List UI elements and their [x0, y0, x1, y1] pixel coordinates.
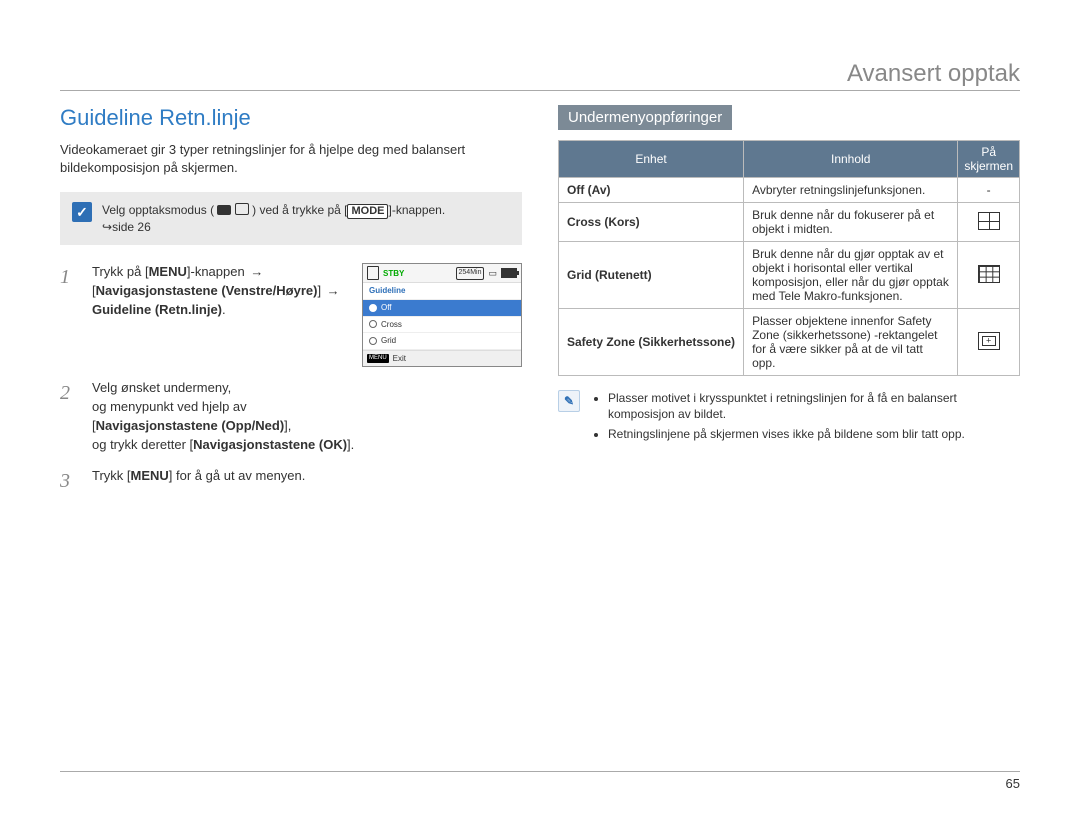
- time-remaining: 254Min: [456, 267, 485, 279]
- step-text: og menypunkt ved hjelp av: [92, 399, 247, 414]
- arrow-right-icon: [325, 283, 342, 298]
- sym-cell: [958, 203, 1020, 242]
- lcd-item-grid: Grid: [363, 333, 521, 350]
- prerequisite-note: Velg opptaksmodus ( ) ved å trykke på [M…: [60, 192, 522, 245]
- step-text: Trykk [: [92, 468, 131, 483]
- step-text: Trykk på [: [92, 264, 149, 279]
- desc-cell: Bruk denne når du fokuserer på et objekt…: [744, 203, 958, 242]
- unit-cell: Grid (Rutenett): [559, 242, 744, 309]
- step-number: 2: [60, 379, 84, 454]
- step-text: og trykk deretter: [92, 437, 186, 452]
- mode-button-label: MODE: [347, 204, 388, 219]
- step-2-body: Velg ønsket undermeny, og menypunkt ved …: [92, 379, 522, 454]
- step-3-body: Trykk [MENU] for å gå ut av menyen.: [92, 467, 522, 496]
- sym-cell: [958, 242, 1020, 309]
- th-onscreen: På skjermen: [958, 141, 1020, 178]
- check-icon: [72, 202, 92, 222]
- step-text: ]-knappen: [187, 264, 245, 279]
- lcd-item-label: Off: [381, 302, 392, 314]
- note-text: ) ved å trykke på [: [252, 203, 347, 217]
- unit-cell: Off (Av): [559, 178, 744, 203]
- table-row: Cross (Kors) Bruk denne når du fokuserer…: [559, 203, 1020, 242]
- nav-ok-label: Navigasjonstastene (OK): [193, 437, 347, 452]
- camera-lcd-preview: STBY 254Min ▭ Guideline Off Cross Grid M…: [362, 263, 522, 367]
- nav-keys-label: Navigasjonstastene (Venstre/Høyre): [96, 283, 318, 298]
- step-text: ] for å gå ut av menyen.: [169, 468, 306, 483]
- chapter-title: Avansert opptak: [60, 60, 1020, 91]
- unit-cell: Safety Zone (Sikkerhetssone): [559, 309, 744, 376]
- hook-arrow-icon: [102, 220, 112, 234]
- th-unit: Enhet: [559, 141, 744, 178]
- arrow-right-icon: [248, 264, 265, 279]
- cross-symbol-icon: [978, 212, 1000, 230]
- section-title: Guideline Retn.linje: [60, 105, 522, 131]
- nav-keys-label: Navigasjonstastene (Opp/Ned): [96, 418, 285, 433]
- card-icon: ▭: [488, 267, 497, 280]
- table-row: Grid (Rutenett) Bruk denne når du gjør o…: [559, 242, 1020, 309]
- safe-zone-symbol-icon: [978, 332, 1000, 350]
- sd-icon: [367, 266, 379, 280]
- note-text: Velg opptaksmodus (: [102, 203, 214, 217]
- grid-symbol-icon: [978, 265, 1000, 283]
- intro-text: Videokameraet gir 3 typer retningslinjer…: [60, 141, 522, 176]
- desc-cell: Bruk denne når du gjør opptak av et obje…: [744, 242, 958, 309]
- sym-cell: -: [958, 178, 1020, 203]
- lcd-item-off: Off: [363, 300, 521, 317]
- th-content: Innhold: [744, 141, 958, 178]
- note-item: Retningslinjene på skjermen vises ikke p…: [608, 426, 1020, 442]
- photo-mode-icon: [235, 203, 249, 215]
- pencil-icon: [558, 390, 580, 412]
- note-item: Plasser motivet i krysspunktet i retning…: [608, 390, 1020, 422]
- lcd-exit-label: Exit: [393, 353, 406, 365]
- video-mode-icon: [217, 205, 231, 215]
- desc-cell: Avbryter retningslinjefunksjonen.: [744, 178, 958, 203]
- lcd-menu-title: Guideline: [363, 283, 521, 300]
- lcd-item-cross: Cross: [363, 317, 521, 334]
- table-row: Safety Zone (Sikkerhetssone) Plasser obj…: [559, 309, 1020, 376]
- target-label: Guideline (Retn.linje): [92, 302, 222, 317]
- lcd-item-label: Cross: [381, 319, 402, 331]
- battery-icon: [501, 268, 517, 278]
- stby-indicator: STBY: [383, 268, 404, 280]
- right-column: Undermenyoppføringer Enhet Innhold På sk…: [558, 105, 1020, 496]
- step-1-body: STBY 254Min ▭ Guideline Off Cross Grid M…: [92, 263, 522, 367]
- menu-label: MENU: [149, 264, 187, 279]
- note-text: ]-knappen.: [388, 203, 445, 217]
- lcd-item-label: Grid: [381, 335, 396, 347]
- submenu-band: Undermenyoppføringer: [558, 105, 732, 130]
- page-ref: side 26: [112, 220, 151, 234]
- menu-label: MENU: [131, 468, 169, 483]
- sym-cell: [958, 309, 1020, 376]
- desc-cell: Plasser objektene innenfor Safety Zone (…: [744, 309, 958, 376]
- unit-cell: Cross (Kors): [559, 203, 744, 242]
- submenu-table: Enhet Innhold På skjermen Off (Av) Avbry…: [558, 140, 1020, 376]
- left-column: Guideline Retn.linje Videokameraet gir 3…: [60, 105, 522, 496]
- table-row: Off (Av) Avbryter retningslinjefunksjone…: [559, 178, 1020, 203]
- step-number: 1: [60, 263, 84, 367]
- step-text: Velg ønsket undermeny,: [92, 380, 231, 395]
- step-number: 3: [60, 467, 84, 496]
- notes-box: Plasser motivet i krysspunktet i retning…: [558, 390, 1020, 447]
- tiny-menu-tag: MENU: [367, 354, 389, 363]
- page-number: 65: [60, 771, 1020, 791]
